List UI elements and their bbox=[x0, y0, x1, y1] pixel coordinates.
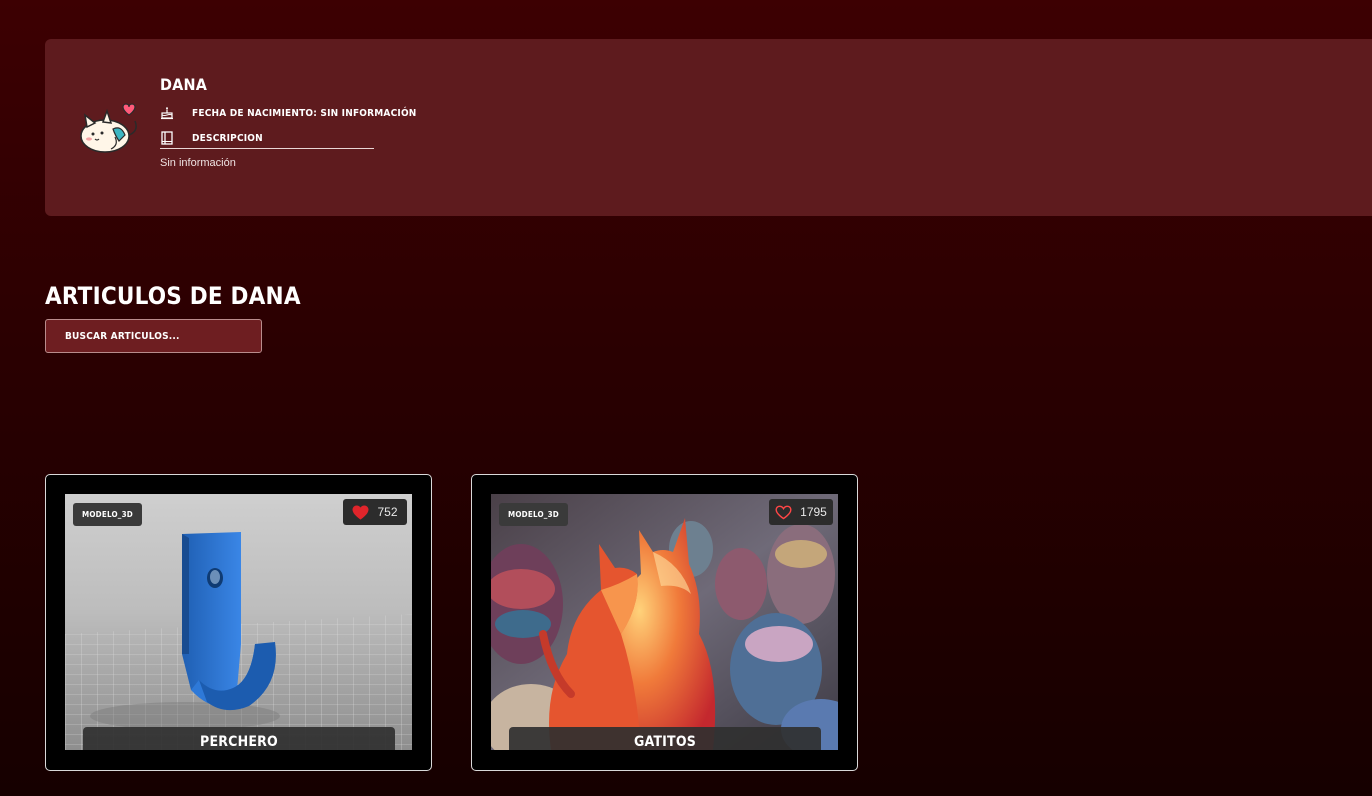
article-image[interactable]: MODELO_3D 752 PERCHERO bbox=[65, 494, 412, 750]
heart-outline-icon bbox=[775, 505, 792, 519]
article-image[interactable]: MODELO_3D 1795 GATITOS bbox=[491, 494, 838, 750]
like-button[interactable]: 1795 bbox=[769, 499, 833, 525]
article-type-badge: MODELO_3D bbox=[73, 503, 142, 526]
article-type-badge: MODELO_3D bbox=[499, 503, 568, 526]
article-title[interactable]: PERCHERO bbox=[83, 727, 395, 750]
article-title[interactable]: GATITOS bbox=[509, 727, 821, 750]
heart-filled-icon bbox=[352, 504, 369, 520]
book-icon bbox=[161, 131, 173, 145]
like-count: 752 bbox=[377, 505, 398, 519]
description-row: DESCRIPCION bbox=[160, 129, 374, 149]
article-card[interactable]: MODELO_3D 752 PERCHERO bbox=[45, 474, 432, 771]
cake-icon bbox=[161, 107, 173, 120]
description-value: Sin información bbox=[160, 157, 236, 169]
user-name: DANA bbox=[160, 75, 208, 94]
description-label: DESCRIPCION bbox=[192, 132, 263, 144]
hook-render-image bbox=[65, 494, 412, 750]
profile-card: DANA FECHA DE NACIMIENTO: SIN INFORMACIÓ… bbox=[45, 39, 1372, 216]
birth-date-row: FECHA DE NACIMIENTO: SIN INFORMACIÓN bbox=[160, 104, 417, 122]
search-input[interactable] bbox=[45, 319, 262, 353]
cats-photo-image bbox=[491, 494, 838, 750]
cat-avatar-icon bbox=[80, 103, 137, 153]
birth-date-label: FECHA DE NACIMIENTO: SIN INFORMACIÓN bbox=[192, 107, 417, 119]
like-button[interactable]: 752 bbox=[343, 499, 407, 525]
articles-title: ARTICULOS DE DANA bbox=[45, 282, 301, 310]
article-card[interactable]: MODELO_3D 1795 GATITOS bbox=[471, 474, 858, 771]
like-count: 1795 bbox=[800, 505, 827, 519]
